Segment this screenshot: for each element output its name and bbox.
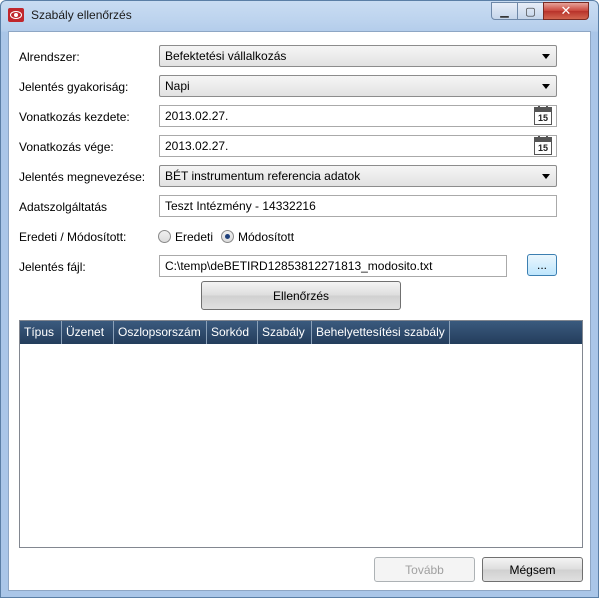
tovabb-button[interactable]: Tovább xyxy=(374,557,475,582)
gyakorisag-label: Jelentés gyakoriság: xyxy=(19,80,129,94)
column-header-tipus[interactable]: Típus xyxy=(20,321,62,344)
modositott-radio-label[interactable]: Módosított xyxy=(238,230,294,244)
megsem-button-label: Mégsem xyxy=(509,562,556,577)
vege-label: Vonatkozás vége: xyxy=(19,140,114,154)
tovabb-button-label: Tovább xyxy=(405,562,444,577)
kezdete-date-input[interactable]: 2013.02.27. 15 xyxy=(159,105,557,127)
calendar-icon[interactable]: 15 xyxy=(534,136,552,155)
eredeti-modositott-label: Eredeti / Módosított: xyxy=(19,230,127,244)
close-icon: ✕ xyxy=(560,3,572,18)
dialog-content: Alrendszer: Befektetési vállalkozás Jele… xyxy=(8,31,591,591)
minimize-button[interactable]: ▁ xyxy=(491,2,518,20)
grid-body xyxy=(20,344,582,547)
adatszolgaltatas-label: Adatszolgáltatás xyxy=(19,200,108,214)
close-button[interactable]: ✕ xyxy=(543,2,589,20)
fajl-label: Jelentés fájl: xyxy=(19,260,86,274)
dropdown-arrow-icon xyxy=(542,54,550,59)
browse-button[interactable]: ... xyxy=(527,254,557,276)
gyakorisag-value: Napi xyxy=(165,79,190,93)
maximize-button[interactable]: ▢ xyxy=(517,2,544,20)
dropdown-arrow-icon xyxy=(542,174,550,179)
gyakorisag-select[interactable]: Napi xyxy=(159,75,557,97)
column-header-oszlopsorszam[interactable]: Oszlopsorszám xyxy=(114,321,207,344)
title-bar[interactable]: Szabály ellenőrzés ▁ ▢ ✕ xyxy=(1,1,598,31)
app-logo-icon xyxy=(8,8,24,22)
megnevezes-value: BÉT instrumentum referencia adatok xyxy=(165,169,361,183)
window-title: Szabály ellenőrzés xyxy=(31,8,132,22)
calendar-icon[interactable]: 15 xyxy=(534,106,552,125)
eredeti-radio[interactable] xyxy=(158,230,171,243)
eredeti-radio-label[interactable]: Eredeti xyxy=(175,230,213,244)
maximize-icon: ▢ xyxy=(525,5,536,18)
results-grid[interactable]: Típus Üzenet Oszlopsorszám Sorkód Szabál… xyxy=(19,320,583,548)
column-header-uzenet[interactable]: Üzenet xyxy=(62,321,114,344)
grid-header: Típus Üzenet Oszlopsorszám Sorkód Szabál… xyxy=(20,321,582,344)
ellenorzes-button-label: Ellenőrzés xyxy=(272,288,330,303)
dropdown-arrow-icon xyxy=(542,84,550,89)
modositott-radio[interactable] xyxy=(221,230,234,243)
fajl-path-value: C:\temp\deBETIRD12853812271813_modosito.… xyxy=(165,259,433,273)
alrendszer-select[interactable]: Befektetési vállalkozás xyxy=(159,45,557,67)
megnevezes-select[interactable]: BÉT instrumentum referencia adatok xyxy=(159,165,557,187)
column-header-sorkod[interactable]: Sorkód xyxy=(207,321,258,344)
alrendszer-value: Befektetési vállalkozás xyxy=(165,49,287,63)
adatszolgaltatas-field[interactable]: Teszt Intézmény - 14332216 xyxy=(159,195,557,217)
megnevezes-label: Jelentés megnevezése: xyxy=(19,170,146,184)
vege-value: 2013.02.27. xyxy=(165,139,229,153)
column-header-szabaly[interactable]: Szabály xyxy=(258,321,312,344)
megsem-button[interactable]: Mégsem xyxy=(482,557,583,582)
kezdete-label: Vonatkozás kezdete: xyxy=(19,110,130,124)
column-header-behelyettesitesi-szabaly[interactable]: Behelyettesítési szabály xyxy=(312,321,450,344)
adatszolgaltatas-value: Teszt Intézmény - 14332216 xyxy=(165,199,316,213)
ellenorzes-button[interactable]: Ellenőrzés xyxy=(201,281,401,310)
vege-date-input[interactable]: 2013.02.27. 15 xyxy=(159,135,557,157)
minimize-icon: ▁ xyxy=(500,5,509,18)
kezdete-value: 2013.02.27. xyxy=(165,109,229,123)
browse-button-label: ... xyxy=(536,258,547,272)
fajl-path-input[interactable]: C:\temp\deBETIRD12853812271813_modosito.… xyxy=(159,255,507,277)
dialog-window: Szabály ellenőrzés ▁ ▢ ✕ Alrendszer: Bef… xyxy=(0,0,599,598)
alrendszer-label: Alrendszer: xyxy=(19,50,80,64)
